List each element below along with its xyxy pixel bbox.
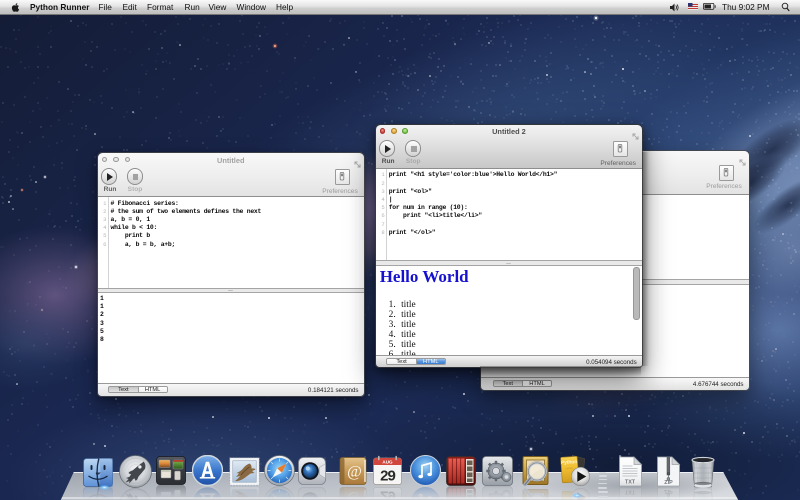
svg-text:@: @ [347,491,362,500]
svg-text:TXT: TXT [625,488,636,494]
svg-text:29: 29 [380,487,395,500]
svg-text:@: @ [347,464,362,481]
svg-text:29: 29 [380,468,395,485]
svg-text:ZIP: ZIP [664,480,673,486]
svg-text:ZIP: ZIP [664,488,673,494]
svg-text:TXT: TXT [625,480,636,486]
svg-text:AUG: AUG [382,460,393,465]
svg-text:runner: runner [565,466,573,471]
svg-text:Python: Python [561,459,578,466]
